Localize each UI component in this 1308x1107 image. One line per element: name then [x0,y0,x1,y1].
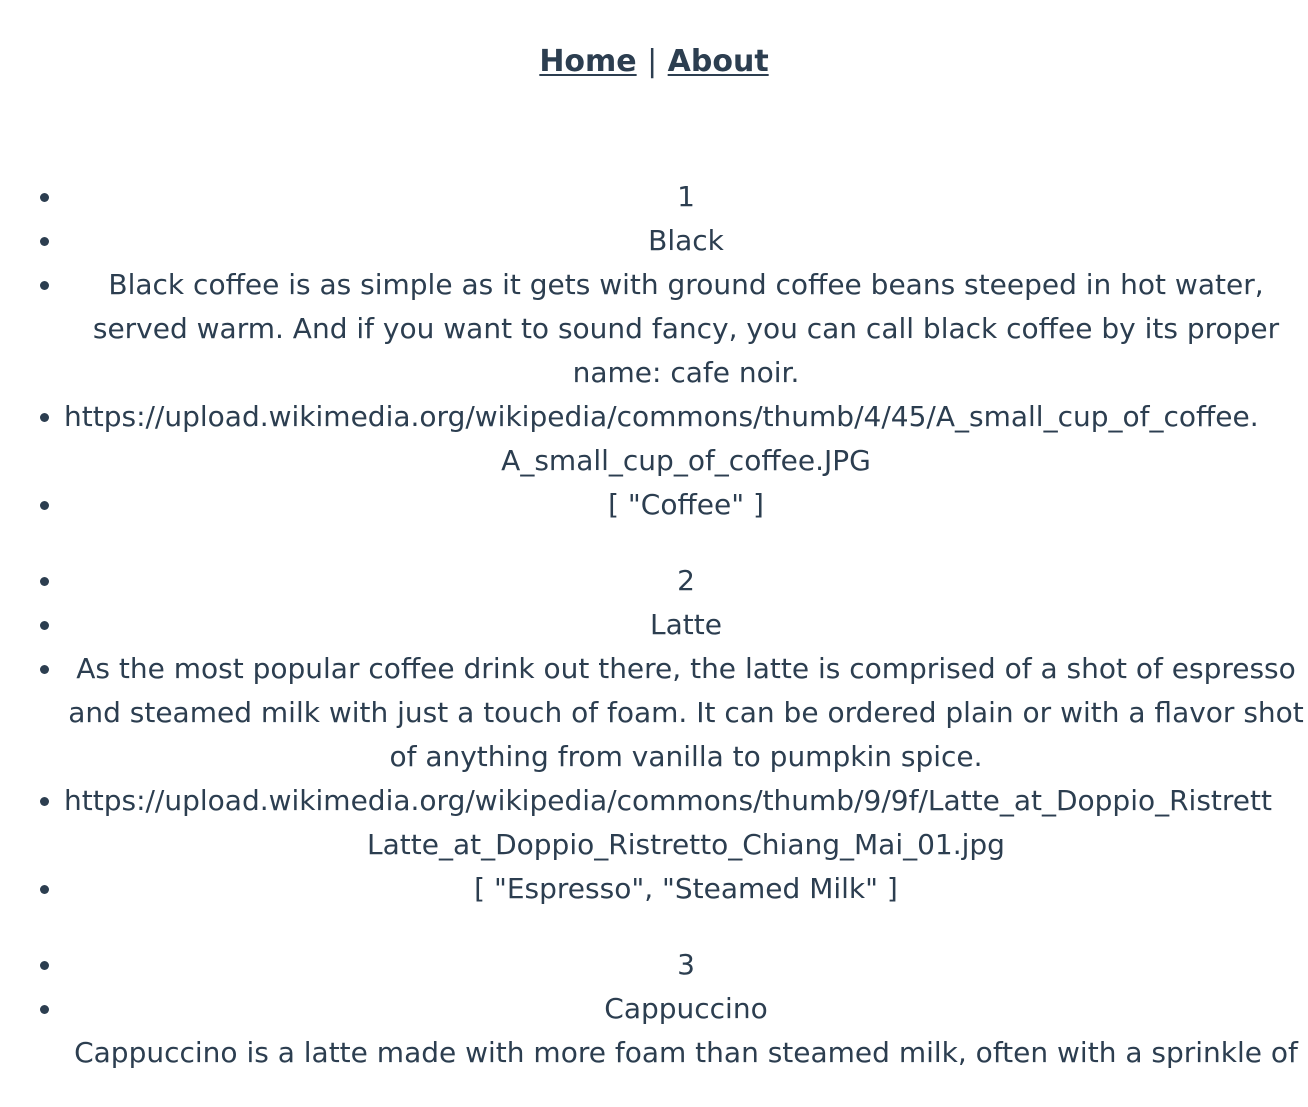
coffee-image-url: https://upload.wikimedia.org/wikipedia/c… [64,395,1308,483]
coffee-image-url-line2: A_small_cup_of_coffee.JPG [501,444,871,477]
coffee-image-url-line1: https://upload.wikimedia.org/wikipedia/c… [64,400,1259,433]
coffee-description: Cappuccino is a latte made with more foa… [64,1031,1308,1075]
coffee-ingredients: [ "Coffee" ] [64,483,1308,527]
coffee-image-url: https://upload.wikimedia.org/wikipedia/c… [64,779,1308,867]
coffee-title: Latte [64,603,1308,647]
coffee-image-url-line2: Latte_at_Doppio_Ristretto_Chiang_Mai_01.… [367,828,1005,861]
coffee-title: Black [64,219,1308,263]
coffee-id: 1 [64,175,1308,219]
coffee-item: 2 Latte As the most popular coffee drink… [0,559,1308,911]
coffee-description: Black coffee is as simple as it gets wit… [64,263,1308,395]
top-nav: Home | About [0,40,1308,84]
nav-separator: | [647,44,658,79]
home-link[interactable]: Home [539,44,636,79]
about-link[interactable]: About [668,44,769,79]
coffee-id: 2 [64,559,1308,603]
coffee-item: 1 Black Black coffee is as simple as it … [0,175,1308,527]
coffee-list: 1 Black Black coffee is as simple as it … [0,175,1308,1107]
coffee-description: As the most popular coffee drink out the… [64,647,1308,779]
coffee-image-url-line1: https://upload.wikimedia.org/wikipedia/c… [64,784,1272,817]
coffee-item: 3 Cappuccino Cappuccino is a latte made … [0,943,1308,1075]
coffee-ingredients: [ "Espresso", "Steamed Milk" ] [64,867,1308,911]
coffee-title: Cappuccino [64,987,1308,1031]
coffee-id: 3 [64,943,1308,987]
